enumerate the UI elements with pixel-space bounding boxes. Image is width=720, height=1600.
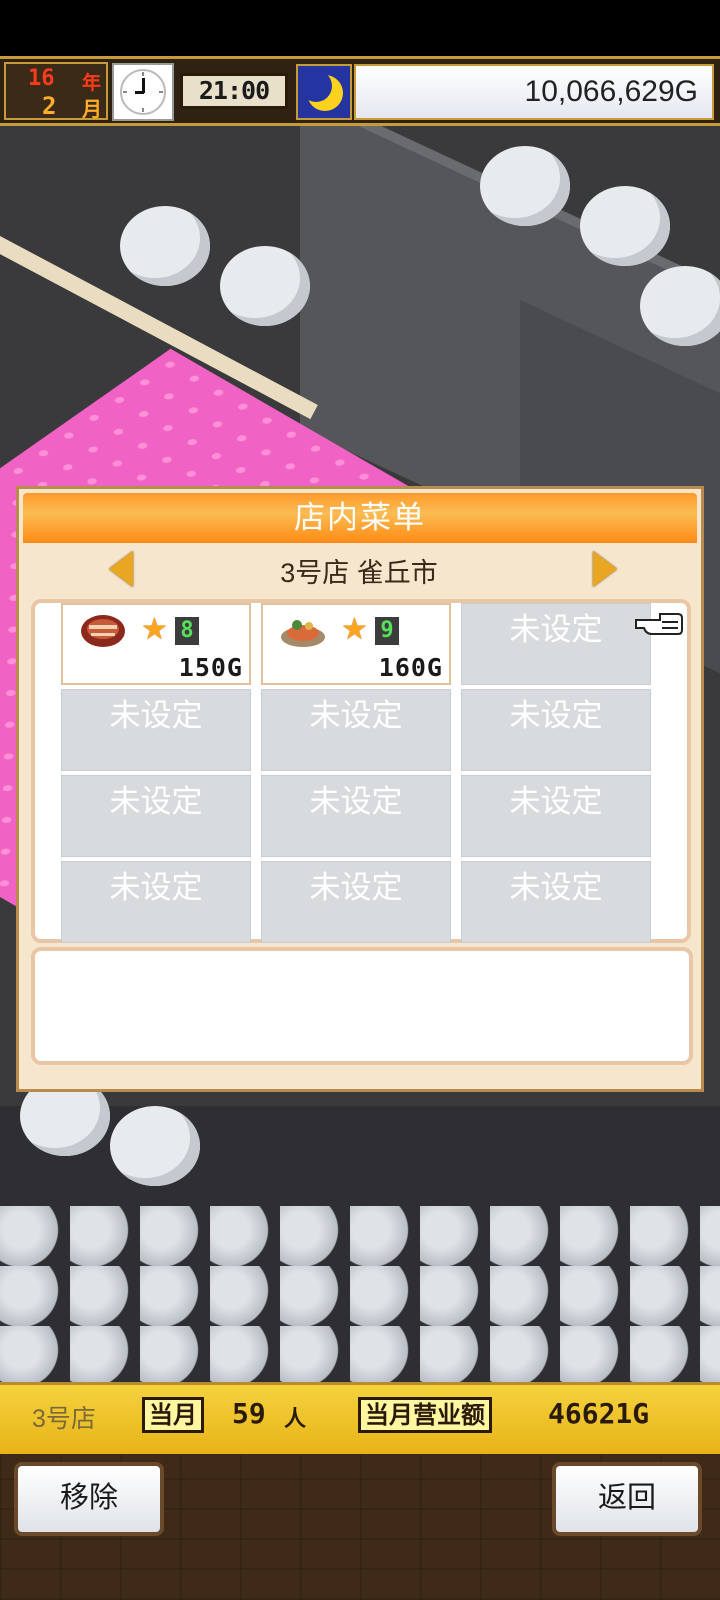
- dish-rank: 9: [375, 617, 399, 645]
- visitor-count: 59: [232, 1397, 266, 1430]
- footer-panel: 移除 返回: [0, 1454, 720, 1600]
- snow-tree: [120, 206, 210, 286]
- date-panel: 16 年 2 月: [4, 62, 108, 121]
- dialog-title-bar: 店内菜单: [23, 493, 697, 543]
- remove-button[interactable]: 移除: [14, 1462, 164, 1536]
- store-menu-dialog: 店内菜单 3号店 雀丘市 ★ 8 150G ★ 9 160G 未设定 未设定 未…: [16, 486, 704, 1092]
- snow-tree: [220, 246, 310, 326]
- year-label: 年: [82, 72, 102, 94]
- prev-store-arrow-icon[interactable]: [109, 551, 133, 587]
- time-display: 21:00: [180, 73, 288, 109]
- menu-slot-8[interactable]: 未设定: [261, 775, 451, 857]
- dish-price: 160G: [378, 653, 443, 682]
- back-button[interactable]: 返回: [552, 1462, 702, 1536]
- month-tag: 当月: [142, 1397, 204, 1433]
- snow-tree: [580, 186, 670, 266]
- menu-slot-7[interactable]: 未设定: [61, 775, 251, 857]
- slot-label: 未设定: [309, 870, 403, 905]
- dish-icon: [81, 615, 125, 647]
- slot-label: 未设定: [109, 870, 203, 905]
- visitor-unit: 人: [284, 1407, 307, 1432]
- menu-slot-11[interactable]: 未设定: [261, 861, 451, 943]
- menu-slot-2[interactable]: ★ 9 160G: [261, 603, 451, 685]
- slot-label: 未设定: [509, 612, 603, 647]
- dish-price: 150G: [178, 653, 243, 682]
- menu-slot-5[interactable]: 未设定: [261, 689, 451, 771]
- night-moon-icon: [296, 64, 352, 120]
- dish-rank: 8: [175, 617, 199, 645]
- clock-icon: [112, 63, 174, 121]
- slot-label: 未设定: [309, 784, 403, 819]
- description-box: [31, 947, 693, 1065]
- slot-label: 未设定: [509, 698, 603, 733]
- month-value: 2: [42, 92, 57, 120]
- stats-store-name: 3号店: [32, 1405, 96, 1433]
- menu-slot-9[interactable]: 未设定: [461, 775, 651, 857]
- menu-slot-6[interactable]: 未设定: [461, 689, 651, 771]
- year-value: 16: [28, 66, 55, 91]
- dish-icon: [281, 620, 325, 647]
- slot-label: 未设定: [509, 784, 603, 819]
- next-store-arrow-icon[interactable]: [593, 551, 617, 587]
- monthly-sales-tag: 当月营业额: [358, 1397, 492, 1433]
- menu-slot-4[interactable]: 未设定: [61, 689, 251, 771]
- slot-label: 未设定: [109, 698, 203, 733]
- store-stats-bar: 3号店 当月 59 人 当月营业额 46621G: [0, 1382, 720, 1454]
- star-icon: ★: [341, 612, 368, 647]
- snow-tree: [640, 266, 720, 346]
- menu-slot-10[interactable]: 未设定: [61, 861, 251, 943]
- slot-label: 未设定: [309, 698, 403, 733]
- snowy-trees: [0, 1206, 720, 1382]
- snow-tree: [480, 146, 570, 226]
- snow-tree: [110, 1106, 200, 1186]
- menu-grid: ★ 8 150G ★ 9 160G 未设定 未设定 未设定 未设定 未设定 未设…: [31, 599, 691, 943]
- top-hud: 16 年 2 月 21:00 10,066,629G: [0, 56, 720, 126]
- menu-slot-3[interactable]: 未设定: [461, 603, 651, 685]
- money-value: 10,066,629G: [524, 75, 698, 108]
- dialog-title: 店内菜单: [294, 500, 426, 535]
- monthly-sales-value: 46621G: [548, 1397, 650, 1430]
- pointing-hand-icon: [635, 613, 683, 635]
- month-label: 月: [82, 97, 102, 121]
- star-icon: ★: [141, 612, 168, 647]
- money-display: 10,066,629G: [354, 64, 714, 120]
- menu-slot-12[interactable]: 未设定: [461, 861, 651, 943]
- slot-label: 未设定: [109, 784, 203, 819]
- system-status-bar: [0, 0, 720, 56]
- menu-slot-1[interactable]: ★ 8 150G: [61, 603, 251, 685]
- store-name: 3号店 雀丘市: [280, 558, 438, 588]
- slot-label: 未设定: [509, 870, 603, 905]
